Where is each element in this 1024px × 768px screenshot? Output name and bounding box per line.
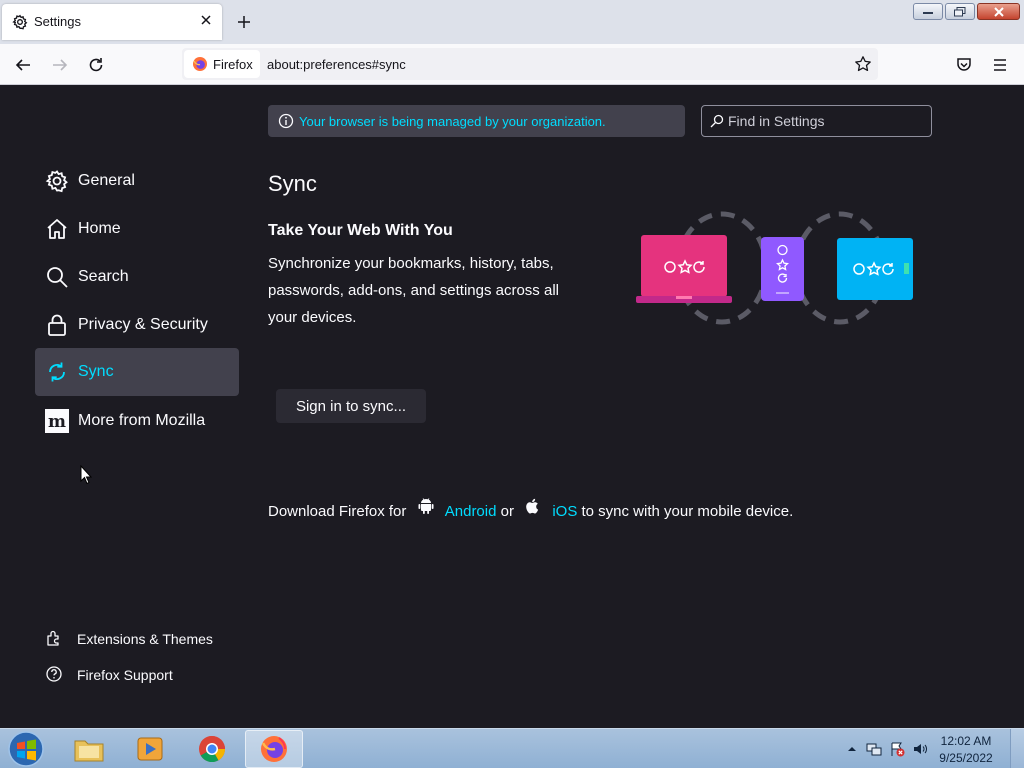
taskbar-item-explorer[interactable]	[60, 730, 118, 768]
taskbar-item-chrome[interactable]	[183, 730, 241, 768]
taskbar-item-firefox[interactable]	[245, 730, 303, 768]
search-input[interactable]	[728, 110, 924, 132]
forward-icon[interactable]	[51, 56, 69, 74]
restore-button[interactable]	[945, 3, 975, 20]
chrome-icon	[199, 735, 226, 763]
android-icon	[418, 498, 434, 514]
settings-search-box[interactable]	[701, 105, 932, 137]
svg-text:m: m	[48, 412, 66, 432]
explorer-icon	[74, 740, 104, 762]
policy-banner[interactable]: Your browser is being managed by your or…	[268, 105, 685, 137]
url-bar[interactable]: Firefox about:preferences#sync	[182, 48, 878, 80]
clock-date[interactable]: 9/25/2022	[934, 751, 998, 765]
sync-devices-illustration	[636, 211, 913, 325]
category-label: General	[78, 172, 135, 189]
category-label: Search	[78, 268, 129, 285]
taskbar-item-media-player[interactable]	[121, 730, 179, 768]
show-desktop-button[interactable]	[1010, 729, 1024, 768]
laptop-icon	[641, 235, 727, 297]
category-label: More from Mozilla	[78, 412, 206, 429]
close-icon[interactable]	[198, 12, 214, 28]
category-general[interactable]: General	[35, 157, 239, 205]
category-label: Privacy & Security	[78, 316, 208, 333]
mobile-prefix: Download Firefox for	[268, 502, 407, 520]
taskbar: 12:02 AM 9/25/2022	[0, 728, 1024, 768]
url-text[interactable]: about:preferences#sync	[267, 57, 406, 72]
clock-time[interactable]: 12:02 AM	[934, 734, 998, 748]
android-link[interactable]: Android	[445, 503, 497, 520]
minimize-icon	[923, 11, 933, 14]
window-controls	[913, 3, 1020, 20]
system-tray: 12:02 AM 9/25/2022	[834, 729, 1024, 768]
sync-description: Synchronize your bookmarks, history, tab…	[268, 255, 559, 326]
tab-title: Settings	[34, 14, 81, 29]
bookmark-star-icon[interactable]	[854, 55, 872, 73]
search-icon	[710, 114, 724, 128]
category-home[interactable]: Home	[35, 205, 239, 253]
navigation-toolbar: Firefox about:preferences#sync	[0, 44, 1024, 85]
gear-icon	[12, 14, 28, 30]
tab-strip: Settings	[0, 0, 1024, 44]
preferences-page: Your browser is being managed by your or…	[0, 85, 1024, 728]
help-icon	[46, 666, 62, 682]
section-heading: Take Your Web With You	[268, 222, 453, 239]
mobile-or: or	[500, 502, 514, 520]
tablet-icon	[837, 238, 913, 300]
volume-icon[interactable]	[912, 741, 928, 757]
start-button-icon[interactable]	[6, 730, 46, 768]
tab-settings[interactable]: Settings	[2, 4, 222, 40]
firefox-icon	[261, 736, 287, 762]
mobile-download-line: Download Firefox for Android or iOS to s…	[268, 497, 794, 520]
pocket-icon[interactable]	[955, 56, 973, 74]
sign-in-to-sync-button[interactable]: Sign in to sync...	[276, 389, 426, 423]
media-player-icon	[137, 737, 163, 761]
mozilla-icon: m	[45, 409, 69, 433]
show-hidden-icons-icon[interactable]	[844, 741, 860, 757]
footer-link-label: Firefox Support	[77, 667, 173, 683]
mouse-cursor-icon	[80, 465, 92, 485]
identity-label: Firefox	[213, 57, 253, 72]
policy-link[interactable]: Your browser is being managed by your or…	[299, 114, 606, 129]
category-search[interactable]: Search	[35, 253, 239, 301]
apple-icon	[526, 498, 539, 514]
category-more-from-mozilla[interactable]: m More from Mozilla	[35, 397, 239, 445]
minimize-button[interactable]	[913, 3, 943, 20]
search-icon	[47, 267, 68, 288]
back-icon[interactable]	[14, 56, 32, 74]
action-center-icon[interactable]	[889, 741, 905, 757]
category-sync[interactable]: Sync	[35, 348, 239, 396]
info-icon	[278, 113, 294, 129]
mobile-suffix: to sync with your mobile device.	[581, 502, 794, 520]
reload-icon[interactable]	[87, 56, 105, 74]
identity-box[interactable]: Firefox	[184, 50, 260, 78]
network-icon[interactable]	[866, 741, 882, 757]
footer-link-label: Extensions & Themes	[77, 631, 213, 647]
firefox-icon	[193, 57, 207, 71]
firefox-support-link[interactable]: Firefox Support	[45, 664, 205, 686]
extensions-icon	[47, 630, 59, 646]
menu-icon[interactable]	[991, 56, 1009, 74]
phone-icon	[761, 237, 804, 301]
lock-icon	[48, 314, 66, 336]
category-label: Sync	[78, 363, 114, 380]
extensions-themes-link[interactable]: Extensions & Themes	[45, 628, 235, 650]
ios-link[interactable]: iOS	[552, 503, 577, 520]
close-icon	[993, 6, 1004, 17]
gear-icon	[45, 170, 68, 193]
page-title: Sync	[268, 171, 317, 196]
category-label: Home	[78, 220, 121, 237]
restore-icon	[954, 6, 966, 16]
home-icon	[47, 219, 67, 239]
close-window-button[interactable]	[977, 3, 1020, 20]
category-privacy[interactable]: Privacy & Security	[35, 301, 239, 349]
sync-icon	[49, 362, 65, 382]
new-tab-icon[interactable]	[236, 14, 252, 30]
